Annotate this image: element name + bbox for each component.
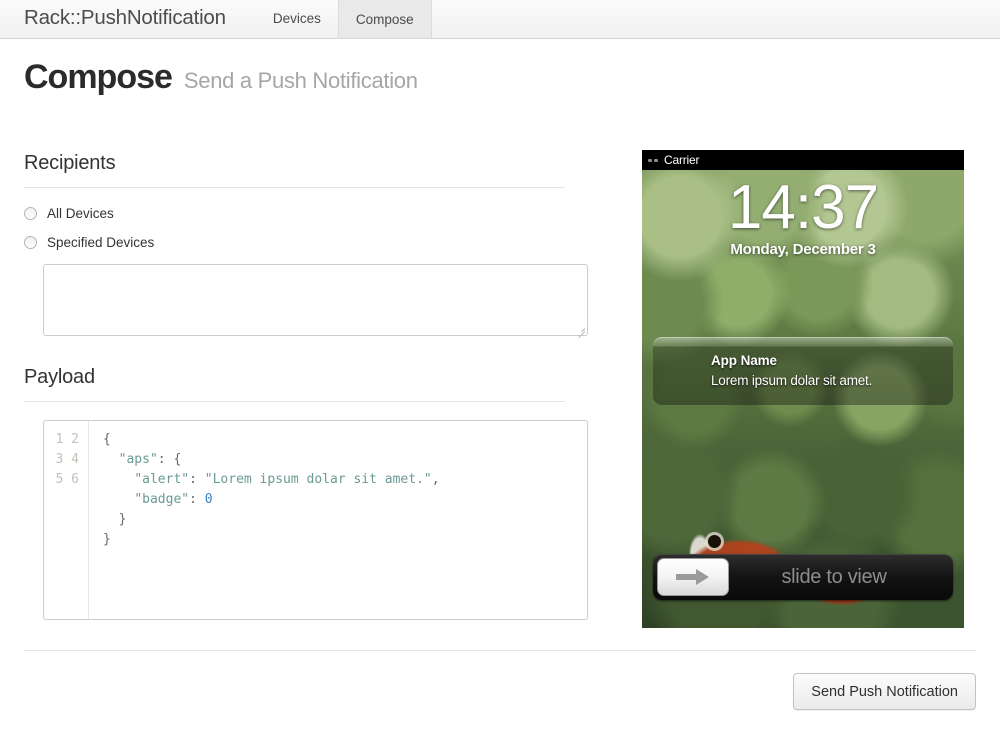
carrier-label: Carrier [664, 153, 700, 167]
code-content[interactable]: { "aps": { "alert": "Lorem ipsum dolar s… [89, 421, 587, 619]
payload-divider [24, 401, 565, 402]
iphone-preview: Carrier 14:37 Monday, December 3 App Nam… [642, 150, 964, 628]
radio-all-devices[interactable] [24, 207, 37, 220]
page-subtitle: Send a Push Notification [183, 68, 418, 93]
app-brand[interactable]: Rack::PushNotification [24, 6, 256, 38]
slide-knob[interactable] [657, 558, 729, 596]
recipients-divider [24, 187, 565, 188]
code-line-numbers: 1 2 3 4 5 6 [44, 421, 89, 619]
top-navbar: Rack::PushNotification Devices Compose [0, 0, 1000, 39]
resize-handle-icon[interactable] [575, 323, 586, 339]
notification-banner[interactable]: App Name Lorem ipsum dolar sit amet. [653, 337, 953, 405]
clownfish-eye-detail [708, 535, 721, 548]
tab-devices[interactable]: Devices [256, 0, 338, 38]
radio-label-specified-devices: Specified Devices [47, 235, 155, 250]
send-push-notification-button[interactable]: Send Push Notification [793, 673, 976, 710]
notification-app-name: App Name [711, 353, 777, 368]
radio-label-all-devices: All Devices [47, 206, 114, 221]
page-title: Compose [24, 58, 173, 96]
lockscreen-date: Monday, December 3 [730, 241, 876, 258]
tab-compose[interactable]: Compose [337, 0, 432, 38]
radio-row-all-devices[interactable]: All Devices [24, 206, 589, 221]
navbar-inner: Rack::PushNotification Devices Compose [0, 0, 432, 38]
arrow-right-icon [676, 569, 709, 585]
page-header: Compose Send a Push Notification [24, 58, 418, 97]
status-bar: Carrier [642, 150, 964, 170]
payload-heading: Payload [24, 366, 95, 388]
lockscreen-time: 14:37 [727, 173, 879, 242]
slide-to-view-control[interactable]: slide to view [653, 554, 953, 600]
footer-divider [24, 650, 976, 651]
recipients-heading: Recipients [24, 152, 116, 174]
form-column: Recipients All Devices Specified Devices… [24, 152, 589, 620]
signal-strength-icon [648, 158, 658, 162]
payload-code-editor[interactable]: 1 2 3 4 5 6 { "aps": { "alert": "Lorem i… [43, 420, 588, 620]
radio-specified-devices[interactable] [24, 236, 37, 249]
notification-message: Lorem ipsum dolar sit amet. [711, 373, 873, 388]
radio-row-specified-devices[interactable]: Specified Devices [24, 235, 589, 250]
specified-devices-textarea[interactable] [43, 264, 588, 339]
slide-to-view-label: slide to view [781, 565, 887, 588]
